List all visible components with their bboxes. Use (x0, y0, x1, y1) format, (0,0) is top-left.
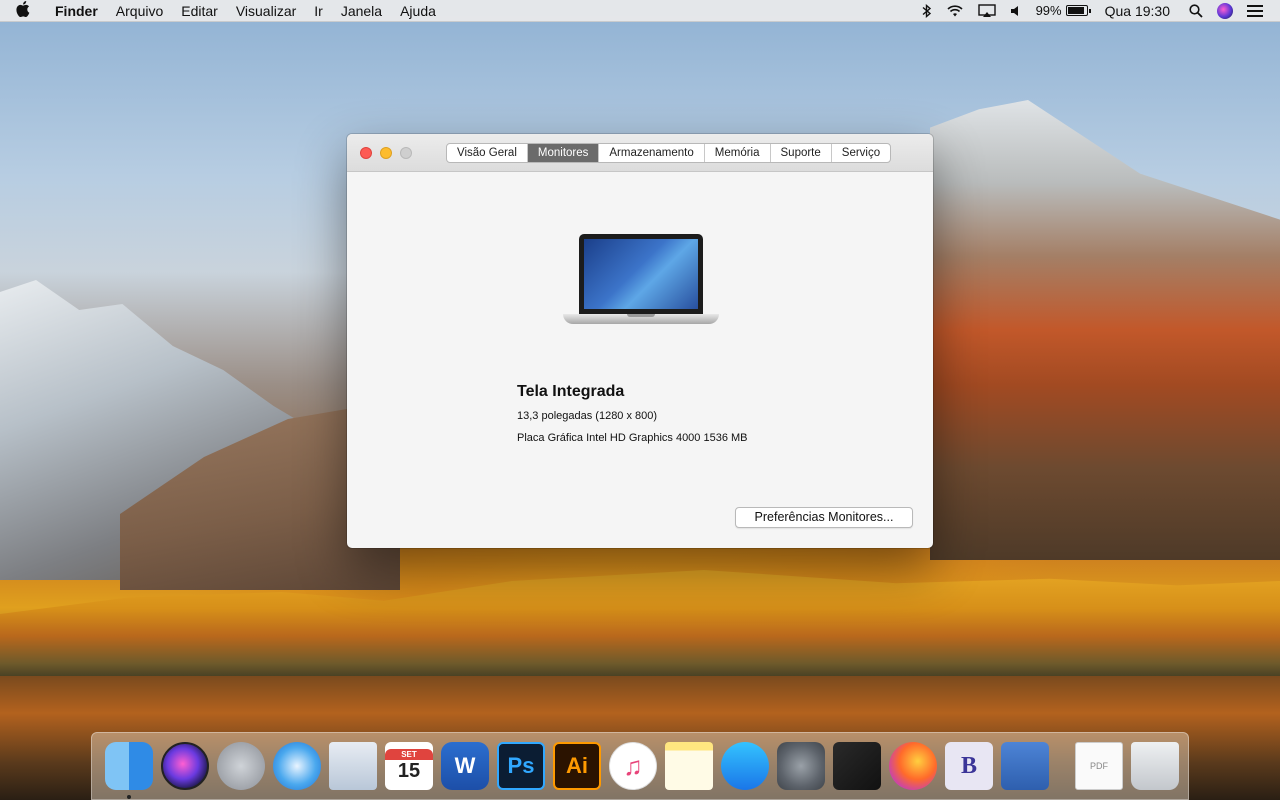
final-cut-pro-icon[interactable] (833, 742, 881, 790)
tab-armazenamento[interactable]: Armazenamento (599, 144, 705, 162)
running-indicator (127, 795, 131, 799)
calendar-month: SET (385, 749, 433, 760)
mail-icon[interactable] (329, 742, 377, 790)
display-name: Tela Integrada (517, 383, 625, 400)
tab-memoria[interactable]: Memória (705, 144, 771, 162)
menu-bar: Finder Arquivo Editar Visualizar Ir Jane… (0, 0, 1280, 22)
window-titlebar[interactable]: Visão Geral Monitores Armazenamento Memó… (347, 134, 933, 172)
dock: SET 15 W Ps Ai ♫ B PDF (91, 732, 1189, 800)
notes-icon[interactable] (665, 742, 713, 790)
tab-monitores[interactable]: Monitores (527, 144, 600, 162)
menu-visualizar[interactable]: Visualizar (227, 0, 305, 22)
trash-icon[interactable] (1131, 742, 1179, 790)
menu-ajuda[interactable]: Ajuda (391, 0, 445, 22)
battery-percent: 99% (1035, 3, 1062, 18)
display-graphics: Placa Gráfica Intel HD Graphics 4000 153… (517, 432, 748, 444)
system-preferences-icon[interactable] (777, 742, 825, 790)
display-preferences-button[interactable]: Preferências Monitores... (735, 507, 913, 528)
search-icon[interactable] (1189, 3, 1203, 18)
dock-icon-glyph: PDF (1090, 761, 1108, 771)
menu-finder[interactable]: Finder (46, 0, 107, 22)
siri-icon[interactable] (161, 742, 209, 790)
app-store-icon[interactable] (721, 742, 769, 790)
tab-servico[interactable]: Serviço (832, 144, 890, 162)
macbook-icon (563, 234, 719, 332)
volume-icon[interactable] (1010, 5, 1022, 17)
safari-icon[interactable] (273, 742, 321, 790)
photoshop-icon[interactable]: Ps (497, 742, 545, 790)
word-icon[interactable]: W (441, 742, 489, 790)
minimize-button[interactable] (380, 147, 392, 159)
battery-icon (1065, 5, 1091, 16)
wifi-icon[interactable] (946, 4, 964, 17)
tab-visao-geral[interactable]: Visão Geral (447, 144, 528, 162)
finder-icon[interactable] (105, 742, 153, 799)
firefox-icon[interactable] (889, 742, 937, 790)
zoom-button[interactable] (400, 147, 412, 159)
battery-status[interactable]: 99% (1035, 3, 1091, 18)
menu-janela[interactable]: Janela (332, 0, 391, 22)
launchpad-icon[interactable] (217, 742, 265, 790)
menu-editar[interactable]: Editar (172, 0, 227, 22)
bbedit-icon[interactable]: B (945, 742, 993, 790)
control-center-icon[interactable] (1247, 4, 1263, 17)
siri-icon[interactable] (1217, 2, 1233, 19)
menu-ir[interactable]: Ir (305, 0, 332, 22)
display-size: 13,3 polegadas (1280 x 800) (517, 410, 658, 422)
itunes-icon[interactable]: ♫ (609, 742, 657, 790)
clock[interactable]: Qua 19:30 (1105, 3, 1170, 19)
dock-icon-glyph: B (960, 752, 977, 779)
tab-bar: Visão Geral Monitores Armazenamento Memó… (446, 143, 892, 163)
illustrator-icon[interactable]: Ai (553, 742, 601, 790)
pdf-document-icon[interactable]: PDF (1075, 742, 1123, 790)
about-this-mac-window: Visão Geral Monitores Armazenamento Memó… (347, 134, 933, 548)
dock-icon-glyph: Ai (566, 753, 588, 778)
airplay-icon[interactable] (977, 3, 996, 18)
tab-suporte[interactable]: Suporte (771, 144, 832, 162)
dock-icon-glyph: W (454, 753, 476, 778)
calendar-icon[interactable]: SET 15 (385, 742, 433, 790)
menu-arquivo[interactable]: Arquivo (107, 0, 172, 22)
close-button[interactable] (360, 147, 372, 159)
apple-menu-icon[interactable] (0, 0, 46, 21)
dock-icon-glyph: 15 (397, 760, 421, 782)
dock-icon-glyph: Ps (507, 753, 535, 778)
transmit-icon[interactable] (1001, 742, 1049, 790)
wallpaper-mountain-right (930, 100, 1280, 560)
dock-icon-glyph: ♫ (623, 750, 643, 781)
bluetooth-icon[interactable] (922, 3, 932, 18)
